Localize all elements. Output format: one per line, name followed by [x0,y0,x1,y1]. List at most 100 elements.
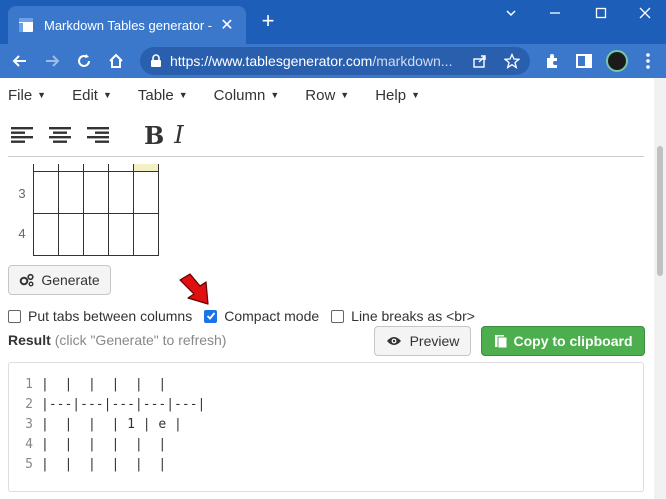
table-cell[interactable] [33,164,59,172]
app-menubar: File ▼ Edit ▼ Table ▼ Column ▼ Row ▼ Help ▼ [8,84,446,106]
table-cell-highlighted[interactable] [133,164,159,172]
code-text: | | | | | | [41,457,167,472]
code-line: 5 | | | | | | [9,457,166,477]
table-cell[interactable] [58,164,84,172]
line-number: 1 [25,377,33,392]
table-cell[interactable] [33,212,59,256]
code-text: | | | | | | [41,437,167,452]
align-right-icon [87,127,109,143]
code-line: 3 | | | | 1 | e | [9,417,182,437]
result-hint: (click "Generate" to refresh) [54,332,227,348]
tabs-checkbox[interactable] [8,309,21,323]
new-tab-icon[interactable]: + [256,10,280,34]
menu-label: File [8,86,33,104]
menu-label: Edit [72,86,98,104]
menu-help[interactable]: Help ▼ [375,84,420,106]
url-text: https://www.tablesgenerator.com/markdown… [170,53,460,69]
tab-close-icon[interactable]: ✕ [218,15,236,35]
align-left-icon [11,127,33,143]
menu-table[interactable]: Table ▼ [138,84,188,106]
table-cell[interactable] [83,164,109,172]
profile-avatar[interactable] [606,50,628,72]
copy-to-clipboard-button[interactable]: Copy to clipboard [481,326,645,356]
clipboard-icon [494,335,507,349]
preview-button[interactable]: Preview [374,326,471,356]
format-toolbar: B I [10,120,184,150]
page-content: File ▼ Edit ▼ Table ▼ Column ▼ Row ▼ Help ▼ B … [0,78,654,499]
eye-icon [386,337,401,345]
option-compact-mode[interactable]: Compact mode [204,308,319,324]
lock-icon [151,54,161,67]
table-editor-grid: 3 4 [8,164,168,259]
menu-edit[interactable]: Edit ▼ [72,84,112,106]
table-favicon-icon [19,18,33,32]
menu-row[interactable]: Row ▼ [305,84,349,106]
table-cell[interactable] [33,170,59,214]
reload-icon[interactable] [72,49,96,73]
table-cell[interactable] [83,212,109,256]
checkmark-icon [206,312,215,320]
align-center-icon [49,127,71,143]
code-line: 1 | | | | | | [9,377,166,397]
maximize-icon[interactable] [586,6,616,26]
gears-icon [20,273,34,287]
red-pointer-arrow-icon [179,273,209,305]
caret-down-icon: ▼ [37,90,47,100]
menu-column[interactable]: Column ▼ [214,84,280,106]
bold-button[interactable]: B [144,121,164,150]
url-host: https://www.tablesgenerator.com [170,53,373,69]
url-path: /markdown... [372,53,453,69]
italic-button[interactable]: I [174,121,183,149]
menu-label: Help [375,86,407,104]
caret-down-icon: ▼ [178,90,188,100]
menu-label: Column [213,86,266,104]
table-cell[interactable] [108,164,134,172]
browser-tab[interactable]: Markdown Tables generator - Tab ✕ [8,6,246,44]
generate-button[interactable]: Generate [8,265,111,295]
align-center-button[interactable] [48,123,72,147]
forward-icon[interactable] [40,49,64,73]
option-tabs[interactable]: Put tabs between columns [8,308,192,324]
result-heading: Result (click "Generate" to refresh) [8,332,226,348]
align-right-button[interactable] [86,123,110,147]
table-cell[interactable] [133,170,159,214]
editor-table [33,164,159,256]
row-number: 4 [18,226,26,241]
tab-title: Markdown Tables generator - Tab [44,17,214,33]
back-icon[interactable] [8,49,32,73]
table-cell[interactable] [58,212,84,256]
preview-label: Preview [409,333,460,349]
tab-search-icon[interactable] [496,6,526,26]
address-bar[interactable]: https://www.tablesgenerator.com/markdown… [140,47,530,75]
table-cell[interactable] [58,170,84,214]
caret-down-icon: ▼ [411,90,420,100]
code-text: |---|---|---|---|---| [41,397,206,412]
table-cell[interactable] [108,212,134,256]
line-breaks-checkbox[interactable] [331,309,345,323]
line-number: 2 [25,397,33,412]
option-line-breaks[interactable]: Line breaks as <br> [331,308,475,324]
markdown-output[interactable]: 1 | | | | | | 2 |---|---|---|---|---| 3 | |… [8,362,644,492]
option-label: Line breaks as <br> [351,308,475,324]
table-cell[interactable] [133,212,159,256]
align-left-button[interactable] [10,123,34,147]
share-icon[interactable] [472,53,488,69]
scrollbar-thumb[interactable] [657,146,663,276]
page-scrollbar[interactable] [654,78,666,499]
browser-menu-icon[interactable] [636,49,660,73]
extensions-icon[interactable] [540,49,564,73]
code-line: 4 | | | | | | [9,437,166,457]
minimize-icon[interactable] [540,6,570,26]
menu-label: Row [305,86,336,104]
table-cell[interactable] [108,170,134,214]
table-cell[interactable] [83,170,109,214]
home-icon[interactable] [104,49,128,73]
bookmark-star-icon[interactable] [504,53,520,69]
compact-mode-checkbox[interactable] [204,309,218,323]
close-window-icon[interactable] [630,6,660,26]
browser-titlebar: Markdown Tables generator - Tab ✕ + [0,0,666,44]
copy-label: Copy to clipboard [513,333,633,349]
menu-file[interactable]: File ▼ [8,84,46,106]
row-number: 3 [18,186,26,201]
side-panel-icon[interactable] [572,49,596,73]
